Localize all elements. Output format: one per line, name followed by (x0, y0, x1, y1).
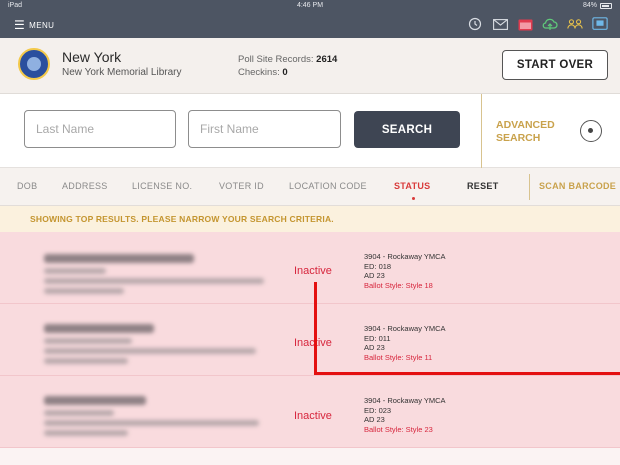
search-button[interactable]: SEARCH (354, 111, 460, 148)
redacted-voter-name (44, 254, 194, 263)
reset-button[interactable]: RESET (467, 181, 499, 191)
calendar-icon[interactable] (517, 17, 533, 31)
records-value: 2614 (316, 54, 338, 65)
chat-icon[interactable] (592, 17, 608, 31)
column-license-no[interactable]: LICENSE NO. (132, 181, 192, 191)
status-bar: iPad 4:46 PM 84% (0, 0, 620, 12)
site-name: 3904 - Rockaway YMCA (364, 396, 446, 405)
scan-barcode-button[interactable]: SCAN BARCODE (539, 181, 616, 191)
active-sort-indicator (412, 197, 415, 200)
location-info: 3904 - Rockaway YMCA ED: 011 AD 23 Ballo… (364, 324, 446, 362)
redacted-detail (44, 338, 132, 344)
redacted-address (44, 278, 264, 284)
voter-row[interactable]: Inactive 3904 - Rockaway YMCA ED: 018 AD… (0, 232, 620, 304)
state-seal-logo (18, 48, 50, 80)
location-info: 3904 - Rockaway YMCA ED: 018 AD 23 Ballo… (364, 252, 446, 290)
app-screen: iPad 4:46 PM 84% ☰ MENU New York New Yor… (0, 0, 620, 465)
redacted-address (44, 348, 256, 354)
assembly-district: AD 23 (364, 343, 385, 352)
place-name: New York (62, 49, 122, 65)
cloud-sync-icon[interactable] (542, 17, 558, 31)
history-icon[interactable] (467, 17, 483, 31)
battery-status: 84% (583, 2, 612, 9)
users-icon[interactable] (567, 17, 583, 31)
column-voter-id[interactable]: VOTER ID (219, 181, 264, 191)
ballot-style: Ballot Style: Style 23 (364, 424, 433, 434)
menu-button[interactable]: ☰ MENU (14, 18, 55, 32)
voter-status: Inactive (294, 265, 332, 277)
mail-icon[interactable] (492, 17, 508, 31)
divider (529, 174, 530, 200)
assembly-district: AD 23 (364, 415, 385, 424)
advanced-search-toggle[interactable] (580, 120, 602, 142)
redacted-detail (44, 268, 106, 274)
location-info: 3904 - Rockaway YMCA ED: 023 AD 23 Ballo… (364, 396, 446, 434)
annotation-line-vertical (314, 282, 317, 375)
records-label: Poll Site Records: (238, 54, 314, 65)
clock: 4:46 PM (296, 2, 324, 9)
voter-row[interactable]: Inactive 3904 - Rockaway YMCA ED: 023 AD… (0, 376, 620, 448)
last-name-input[interactable]: Last Name (24, 110, 176, 148)
top-bar: iPad 4:46 PM 84% ☰ MENU (0, 0, 620, 38)
records-summary: Poll Site Records: 2614 Checkins: 0 (238, 53, 337, 79)
divider (481, 94, 482, 168)
annotation-line-horizontal (314, 372, 620, 375)
poll-site-header: New York New York Memorial Library Poll … (0, 38, 620, 94)
toolbar-icons (467, 17, 608, 31)
place-subtitle: New York Memorial Library (62, 67, 182, 78)
election-district: ED: 011 (364, 333, 391, 343)
battery-percent: 84% (582, 2, 597, 9)
voter-status: Inactive (294, 337, 332, 349)
voter-status: Inactive (294, 410, 332, 422)
checkins-label: Checkins: (238, 67, 280, 78)
first-name-input[interactable]: First Name (188, 110, 341, 148)
site-name: 3904 - Rockaway YMCA (364, 324, 446, 333)
column-dob[interactable]: DOB (17, 181, 37, 191)
ballot-style: Ballot Style: Style 11 (364, 352, 433, 362)
results-notice: SHOWING TOP RESULTS. PLEASE NARROW YOUR … (0, 206, 620, 232)
menu-label: MENU (29, 20, 55, 30)
redacted-detail (44, 410, 114, 416)
column-status[interactable]: STATUS (394, 181, 430, 191)
redacted-detail (44, 358, 128, 364)
ballot-style: Ballot Style: Style 18 (364, 280, 433, 290)
poll-site-info: New York New York Memorial Library (62, 49, 182, 78)
advanced-search-label[interactable]: ADVANCED SEARCH (496, 119, 576, 145)
site-name: 3904 - Rockaway YMCA (364, 252, 446, 261)
election-district: ED: 018 (364, 261, 392, 271)
filter-bar: DOB ADDRESS LICENSE NO. VOTER ID LOCATIO… (0, 168, 620, 206)
voter-row[interactable]: Inactive 3904 - Rockaway YMCA ED: 011 AD… (0, 304, 620, 376)
column-address[interactable]: ADDRESS (62, 181, 108, 191)
column-location-code[interactable]: LOCATION CODE (289, 181, 367, 191)
start-over-button[interactable]: START OVER (502, 50, 608, 80)
redacted-detail (44, 288, 124, 294)
election-district: ED: 023 (364, 405, 392, 415)
redacted-voter-name (44, 324, 154, 333)
redacted-detail (44, 430, 128, 436)
search-form: Last Name First Name SEARCH ADVANCED SEA… (0, 94, 620, 168)
assembly-district: AD 23 (364, 271, 385, 280)
redacted-address (44, 420, 259, 426)
hamburger-icon: ☰ (14, 18, 26, 32)
checkins-value: 0 (282, 67, 288, 78)
battery-icon (600, 2, 612, 9)
redacted-voter-name (44, 396, 146, 405)
